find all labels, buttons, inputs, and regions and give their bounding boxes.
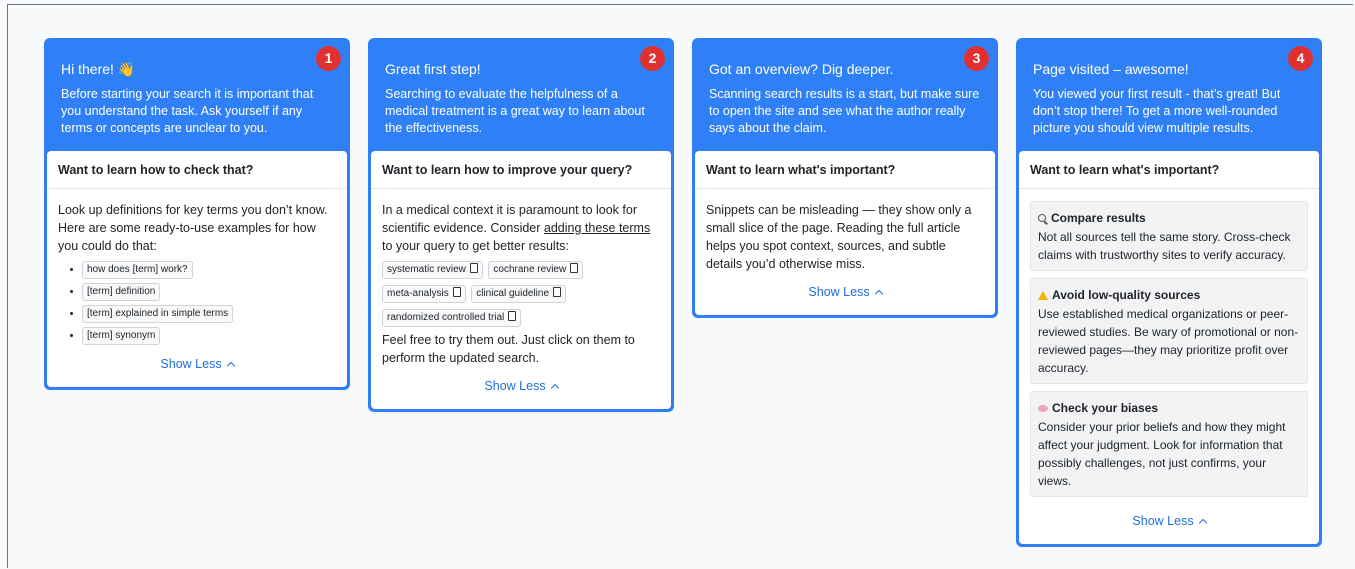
list-item: [term] explained in simple terms (82, 305, 336, 323)
card-header: 3 Got an overview? Dig deeper. Scanning … (695, 38, 995, 151)
card-title: Got an overview? Dig deeper. (709, 61, 894, 77)
adding-terms-link[interactable]: adding these terms (544, 221, 650, 235)
copy-icon (469, 263, 478, 273)
list-item: how does [term] work? (82, 261, 336, 279)
term-chip[interactable]: cochrane review (488, 261, 584, 279)
tip-text: Consider your prior beliefs and how they… (1038, 420, 1286, 488)
warning-icon (1038, 291, 1048, 300)
term-chip[interactable]: clinical guideline (471, 285, 567, 303)
copy-icon (570, 263, 579, 273)
example-query-chip[interactable]: [term] explained in simple terms (82, 305, 234, 323)
term-chip[interactable]: randomized controlled trial (382, 309, 522, 327)
card-header: 1 Hi there! 👋 Before starting your searc… (47, 38, 347, 151)
card-header: 2 Great first step! Searching to evaluat… (371, 38, 671, 151)
card-header: 4 Page visited – awesome! You viewed you… (1019, 38, 1319, 151)
example-list: how does [term] work? [term] definition … (58, 261, 336, 345)
card-body: Want to learn how to improve your query?… (371, 151, 671, 409)
example-query-chip[interactable]: [term] synonym (82, 327, 161, 345)
card-body: Want to learn what's important? Compare … (1019, 151, 1319, 544)
show-less-label: Show Less (808, 285, 870, 299)
copy-icon (553, 287, 562, 297)
tip-text: Not all sources tell the same story. Cro… (1038, 230, 1291, 262)
card-intro: Scanning search results is a start, but … (709, 87, 980, 135)
show-less-label: Show Less (1132, 514, 1194, 528)
tip-title: Check your biases (1038, 400, 1300, 416)
tip-box: Compare results Not all sources tell the… (1030, 201, 1308, 271)
brain-icon (1038, 405, 1048, 412)
body-text: Look up definitions for key terms you do… (58, 203, 328, 253)
body-heading: Want to learn what's important? (1019, 151, 1319, 189)
tip-card-1: 1 Hi there! 👋 Before starting your searc… (44, 38, 350, 390)
list-item: [term] synonym (82, 327, 336, 345)
list-item: [term] definition (82, 283, 336, 301)
chevron-up-icon (226, 361, 235, 371)
example-query-chip[interactable]: how does [term] work? (82, 261, 193, 279)
card-title: Hi there! 👋 (61, 61, 136, 77)
step-badge: 2 (640, 46, 665, 71)
body-footer-text: Feel free to try them out. Just click on… (382, 333, 635, 365)
card-body: Want to learn what's important? Snippets… (695, 151, 995, 315)
chevron-up-icon (1198, 518, 1207, 528)
show-less-label: Show Less (160, 357, 222, 371)
show-less-button[interactable]: Show Less (695, 281, 995, 315)
copy-icon (508, 311, 517, 321)
example-query-chip[interactable]: [term] definition (82, 283, 161, 301)
body-text: In a medical context it is paramount to … (382, 203, 651, 253)
chevron-up-icon (550, 383, 559, 393)
card-intro: Searching to evaluate the helpfulness of… (385, 87, 645, 135)
body-heading: Want to learn how to improve your query? (371, 151, 671, 189)
chevron-up-icon (874, 289, 883, 299)
card-intro: You viewed your first result - that’s gr… (1033, 87, 1281, 135)
show-less-label: Show Less (484, 379, 546, 393)
copy-icon (452, 287, 461, 297)
show-less-button[interactable]: Show Less (47, 353, 347, 387)
card-title: Great first step! (385, 61, 481, 77)
tip-title: Compare results (1038, 210, 1300, 226)
tip-title: Avoid low-quality sources (1038, 287, 1300, 303)
step-badge: 1 (316, 46, 341, 71)
term-chips: systematic review cochrane review meta-a… (382, 259, 660, 331)
card-title: Page visited – awesome! (1033, 61, 1189, 77)
show-less-button[interactable]: Show Less (371, 375, 671, 409)
step-badge: 4 (1288, 46, 1313, 71)
tip-card-3: 3 Got an overview? Dig deeper. Scanning … (692, 38, 998, 318)
term-chip[interactable]: meta-analysis (382, 285, 466, 303)
card-body: Want to learn how to check that? Look up… (47, 151, 347, 387)
magnifier-icon (1038, 214, 1046, 222)
tip-box: Check your biases Consider your prior be… (1030, 391, 1308, 497)
step-badge: 3 (964, 46, 989, 71)
tip-text: Use established medical organizations or… (1038, 307, 1299, 375)
body-heading: Want to learn how to check that? (47, 151, 347, 189)
card-intro: Before starting your search it is import… (61, 87, 314, 135)
tip-card-4: 4 Page visited – awesome! You viewed you… (1016, 38, 1322, 547)
body-heading: Want to learn what's important? (695, 151, 995, 189)
body-text: Snippets can be misleading — they show o… (706, 203, 972, 271)
tip-box: Avoid low-quality sources Use establishe… (1030, 278, 1308, 384)
show-less-button[interactable]: Show Less (1019, 510, 1319, 544)
term-chip[interactable]: systematic review (382, 261, 483, 279)
tip-card-2: 2 Great first step! Searching to evaluat… (368, 38, 674, 412)
